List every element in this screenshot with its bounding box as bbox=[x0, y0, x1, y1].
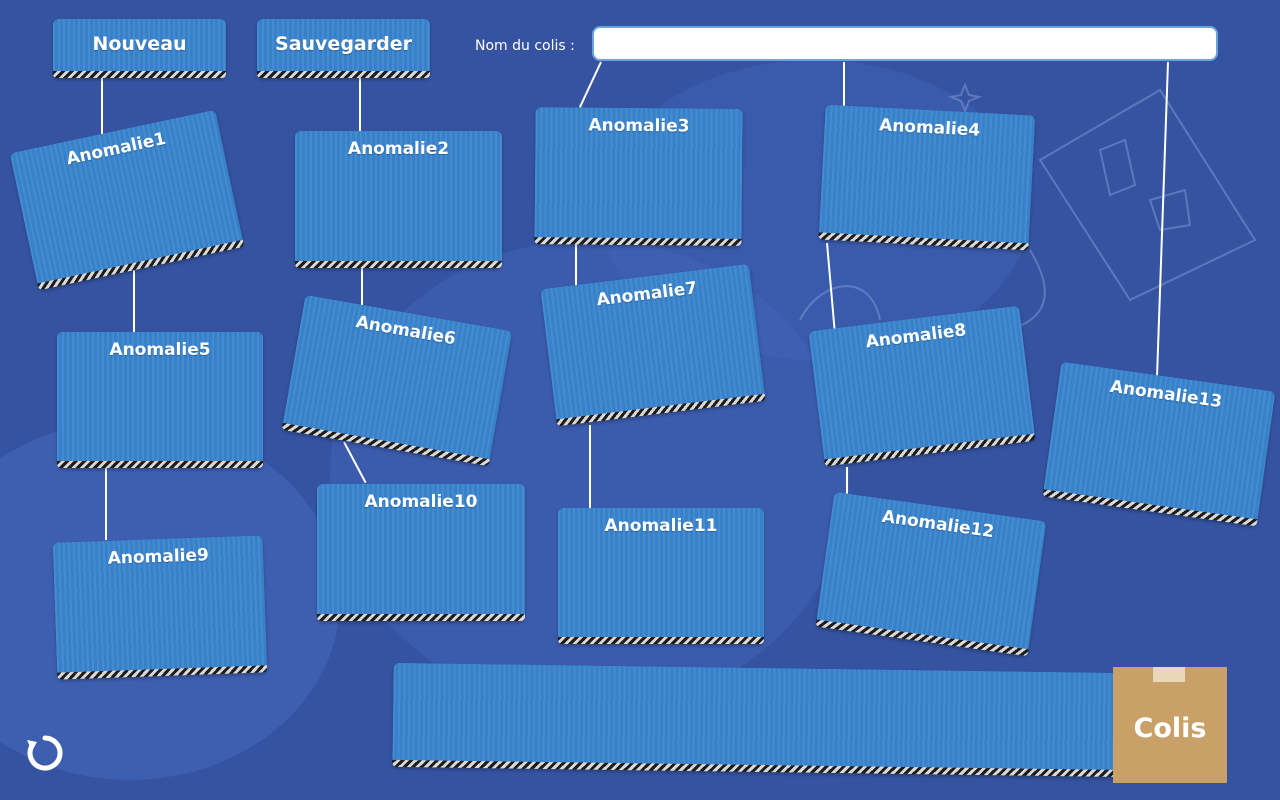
hanging-wire bbox=[843, 62, 845, 109]
new-button[interactable]: Nouveau bbox=[53, 19, 226, 78]
hanging-wire bbox=[575, 243, 577, 285]
save-button[interactable]: Sauvegarder bbox=[257, 19, 430, 78]
anomaly-card-11[interactable]: Anomalie11 bbox=[558, 508, 764, 644]
hanging-wire bbox=[105, 467, 107, 540]
anomaly-card-label: Anomalie8 bbox=[864, 320, 968, 353]
package-label: Colis bbox=[1133, 713, 1207, 744]
anomaly-card-label: Anomalie13 bbox=[1108, 376, 1224, 413]
anomaly-card-8[interactable]: Anomalie8 bbox=[808, 305, 1036, 467]
anomaly-card-label: Anomalie1 bbox=[64, 128, 168, 170]
hanging-wire bbox=[133, 268, 135, 334]
hanging-wire bbox=[589, 425, 591, 510]
anomaly-card-10[interactable]: Anomalie10 bbox=[317, 484, 525, 621]
anomaly-card-3[interactable]: Anomalie3 bbox=[534, 107, 743, 246]
package-drop-zone[interactable] bbox=[392, 662, 1134, 778]
anomaly-card-label: Anomalie5 bbox=[109, 340, 211, 360]
anomaly-card-label: Anomalie4 bbox=[878, 115, 981, 141]
hanging-wire bbox=[359, 78, 361, 133]
package-name-label: Nom du colis : bbox=[475, 38, 575, 54]
anomaly-card-7[interactable]: Anomalie7 bbox=[540, 263, 766, 427]
package-tape bbox=[1153, 667, 1185, 682]
anomaly-card-1[interactable]: Anomalie1 bbox=[9, 109, 245, 291]
anomaly-card-13[interactable]: Anomalie13 bbox=[1042, 361, 1276, 527]
anomaly-card-9[interactable]: Anomalie9 bbox=[52, 535, 268, 680]
anomaly-card-5[interactable]: Anomalie5 bbox=[57, 332, 263, 468]
anomaly-card-label: Anomalie7 bbox=[595, 278, 699, 311]
hanging-wire bbox=[361, 268, 363, 306]
anomaly-card-6[interactable]: Anomalie6 bbox=[281, 294, 513, 467]
new-button-label: Nouveau bbox=[92, 33, 187, 55]
package-box[interactable]: Colis bbox=[1113, 667, 1227, 783]
anomaly-card-label: Anomalie10 bbox=[364, 492, 478, 512]
refresh-icon[interactable] bbox=[24, 732, 66, 774]
anomaly-card-label: Anomalie2 bbox=[347, 139, 450, 159]
anomaly-card-4[interactable]: Anomalie4 bbox=[818, 104, 1036, 251]
anomaly-card-label: Anomalie12 bbox=[880, 506, 996, 543]
anomaly-card-label: Anomalie9 bbox=[107, 545, 210, 569]
anomaly-card-label: Anomalie3 bbox=[588, 115, 690, 137]
hanging-wire bbox=[343, 441, 367, 484]
anomaly-card-label: Anomalie11 bbox=[604, 516, 718, 536]
hanging-wire bbox=[101, 78, 103, 136]
save-button-label: Sauvegarder bbox=[275, 33, 412, 55]
hanging-wire bbox=[1156, 61, 1169, 377]
package-name-input[interactable] bbox=[592, 26, 1218, 61]
anomaly-card-label: Anomalie6 bbox=[354, 312, 458, 350]
anomaly-card-2[interactable]: Anomalie2 bbox=[295, 131, 502, 268]
hanging-wire bbox=[826, 242, 836, 333]
hanging-wire bbox=[578, 61, 602, 108]
hanging-wire bbox=[846, 467, 848, 495]
anomaly-card-12[interactable]: Anomalie12 bbox=[815, 491, 1047, 657]
